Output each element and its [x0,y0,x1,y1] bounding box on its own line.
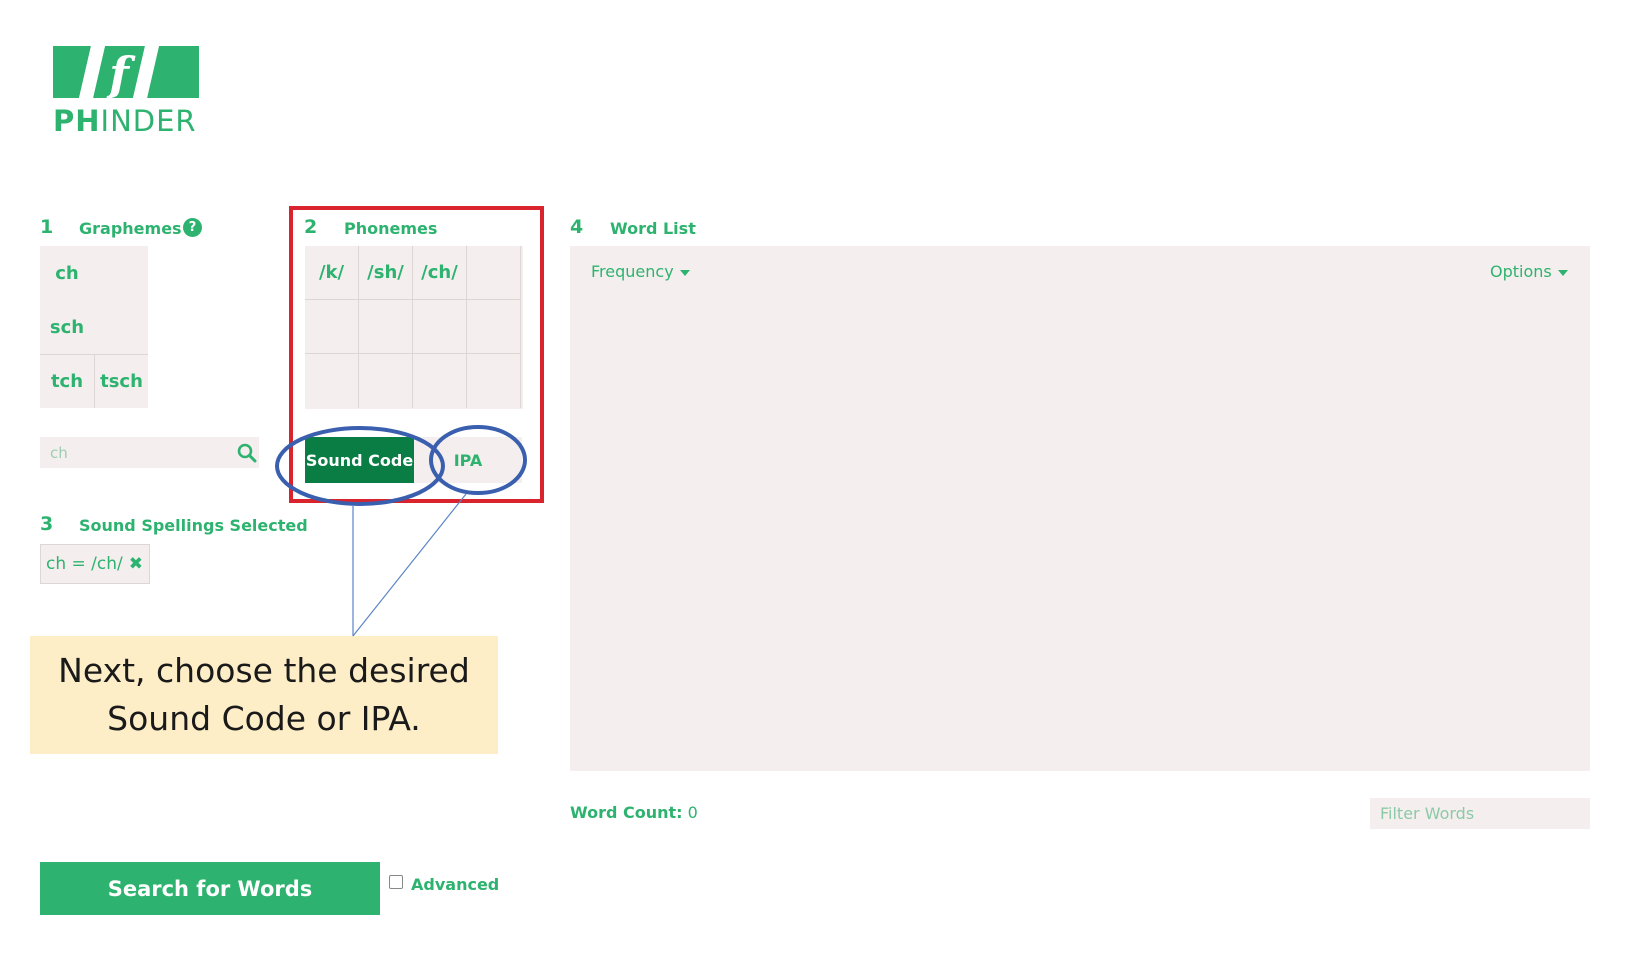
search-icon[interactable] [237,443,257,463]
callout-pointer-line [352,493,467,637]
instruction-callout: Next, choose the desired Sound Code or I… [30,636,498,754]
phonemes-highlight-box [289,206,544,503]
advanced-label: Advanced [411,875,500,894]
word-list-title: Word List [610,219,696,238]
question-circle-icon[interactable]: ? [183,218,202,237]
selected-spelling-label: ch = /ch/ [46,554,123,574]
frequency-dropdown[interactable]: Frequency [591,262,690,281]
section-3-number: 3 [40,513,54,535]
logo-brand-bold: PH [53,104,101,138]
callout-line-2: Sound Code or IPA. [107,699,421,738]
options-dropdown[interactable]: Options [1490,262,1568,281]
grapheme-search [40,437,259,468]
filter-words-input[interactable] [1370,798,1590,829]
word-count-label: Word Count: [570,803,683,822]
close-icon[interactable]: ✖ [129,554,143,574]
grapheme-empty-cell [94,246,148,354]
section-1-number: 1 [40,216,54,238]
options-label: Options [1490,262,1552,281]
word-list-panel [570,246,1590,771]
advanced-checkbox[interactable] [389,875,403,889]
grapheme-cell-sch[interactable]: sch [40,300,94,354]
selected-spelling-chip: ch = /ch/ ✖ [40,544,150,584]
grapheme-cell-tsch[interactable]: tsch [94,354,148,408]
logo-brand-rest: INDER [100,104,197,138]
sound-spellings-title: Sound Spellings Selected [79,516,308,535]
section-4-number: 4 [570,216,584,238]
logo-wordmark: PHINDER [53,104,197,138]
caret-down-icon [1557,269,1568,276]
graphemes-title: Graphemes [79,219,182,238]
grapheme-cell-ch[interactable]: ch [40,246,94,300]
filter-words [1370,798,1590,829]
word-count-value: 0 [687,803,698,822]
callout-line-1: Next, choose the desired [58,651,470,691]
search-for-words-button[interactable]: Search for Words [40,862,380,915]
grapheme-search-input[interactable] [40,437,240,468]
caret-down-icon [679,269,690,276]
grapheme-cell-tch[interactable]: tch [40,354,94,408]
phinder-logo: f PHINDER [53,46,199,138]
logo-mark-icon: f [53,46,199,101]
word-count: Word Count: 0 [570,803,698,822]
frequency-label: Frequency [591,262,674,281]
